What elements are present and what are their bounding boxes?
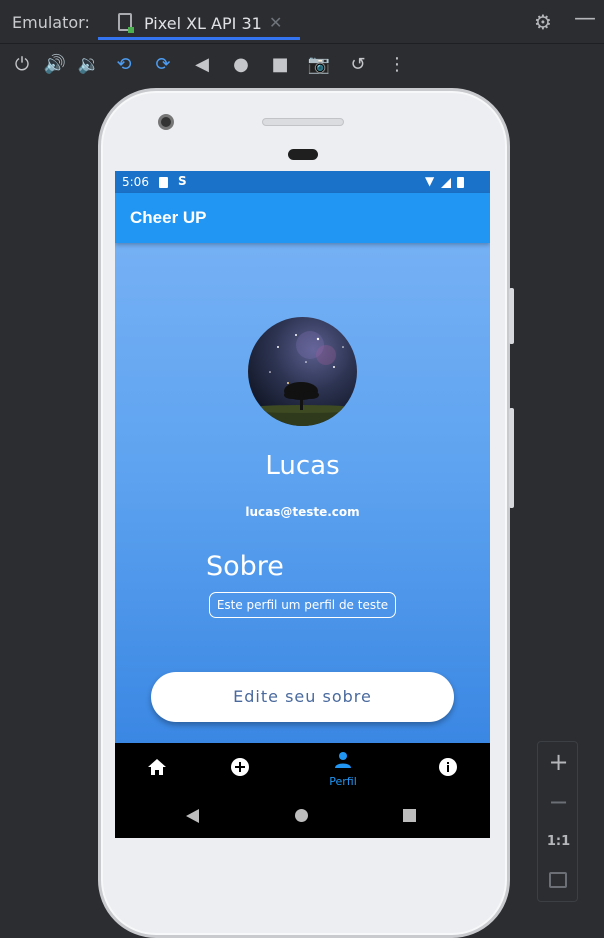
phone-earpiece bbox=[288, 149, 318, 160]
volume-down-icon[interactable]: 🔉 bbox=[77, 53, 101, 77]
gear-icon[interactable]: ⚙ bbox=[534, 10, 552, 34]
app-bar: Cheer UP bbox=[115, 193, 490, 243]
profile-name: Lucas bbox=[265, 451, 340, 481]
close-tab-icon[interactable]: ✕ bbox=[269, 13, 282, 32]
battery-icon bbox=[457, 177, 464, 188]
rotate-right-icon[interactable]: ⟳ bbox=[151, 53, 175, 77]
signal-icon bbox=[441, 178, 451, 188]
emulator-header: Emulator: Pixel XL API 31 ✕ ⚙ — bbox=[0, 0, 604, 44]
phone-speaker bbox=[262, 118, 344, 126]
zoom-one-to-one-button[interactable]: 1:1 bbox=[538, 834, 579, 849]
front-camera bbox=[158, 114, 174, 130]
add-circle-icon bbox=[231, 758, 249, 776]
power-icon[interactable]: ⏻ bbox=[10, 53, 34, 77]
device-tab[interactable]: Pixel XL API 31 ✕ bbox=[98, 6, 300, 42]
avatar bbox=[248, 317, 357, 426]
app-title: Cheer UP bbox=[130, 208, 207, 227]
rotate-left-icon[interactable]: ⟲ bbox=[112, 53, 136, 77]
info-icon bbox=[439, 758, 457, 776]
sd-card-icon bbox=[159, 177, 168, 188]
phone-volume-button bbox=[509, 408, 514, 508]
overview-icon[interactable]: ■ bbox=[268, 53, 292, 77]
about-text: Este perfil um perfil de teste bbox=[209, 592, 396, 618]
device-tab-title: Pixel XL API 31 bbox=[144, 14, 262, 33]
night-sky-tree-image bbox=[248, 331, 357, 426]
phone-power-button bbox=[509, 288, 514, 344]
volume-up-icon[interactable]: 🔊 bbox=[43, 53, 67, 77]
system-back-icon[interactable] bbox=[186, 809, 199, 823]
profile-email: lucas@teste.com bbox=[245, 505, 360, 519]
status-s-icon: S bbox=[178, 174, 187, 188]
status-time: 5:06 bbox=[122, 175, 149, 189]
about-title: Sobre bbox=[206, 551, 284, 582]
minimize-icon[interactable]: — bbox=[574, 6, 596, 31]
zoom-out-button[interactable]: − bbox=[538, 788, 579, 816]
profile-content: Lucas lucas@teste.com Sobre Este perfil … bbox=[115, 243, 490, 743]
fit-screen-icon[interactable] bbox=[549, 872, 567, 888]
snapshot-icon[interactable]: ↺ bbox=[346, 53, 370, 77]
emulator-label: Emulator: bbox=[12, 13, 90, 32]
back-icon[interactable]: ◀ bbox=[190, 53, 214, 77]
system-recents-icon[interactable] bbox=[403, 809, 416, 822]
more-icon[interactable]: ⋮ bbox=[385, 53, 409, 77]
screenshot-icon[interactable]: 📷 bbox=[307, 53, 331, 77]
wifi-icon: ▼ bbox=[425, 174, 435, 188]
device-icon bbox=[118, 13, 134, 33]
home-icon[interactable]: ● bbox=[229, 53, 253, 77]
system-home-icon[interactable] bbox=[295, 809, 308, 822]
zoom-in-button[interactable]: + bbox=[538, 748, 579, 776]
system-navigation-bar bbox=[115, 793, 490, 838]
active-tab-indicator bbox=[98, 37, 300, 40]
nav-profile-label: Perfil bbox=[329, 775, 357, 788]
zoom-controls: + − 1:1 bbox=[537, 741, 578, 902]
edit-about-button[interactable]: Edite seu sobre bbox=[151, 672, 454, 722]
status-bar: 5:06 S ▼ bbox=[115, 171, 490, 193]
home-icon bbox=[148, 759, 166, 775]
device-screen: 5:06 S ▼ Cheer UP Lucas lucas@teste.com … bbox=[115, 171, 490, 838]
emulator-toolbar: ⏻ 🔊 🔉 ⟲ ⟳ ◀ ● ■ 📷 ↺ ⋮ bbox=[0, 44, 604, 86]
person-icon bbox=[335, 752, 351, 768]
bottom-navigation: Perfil bbox=[115, 743, 490, 793]
